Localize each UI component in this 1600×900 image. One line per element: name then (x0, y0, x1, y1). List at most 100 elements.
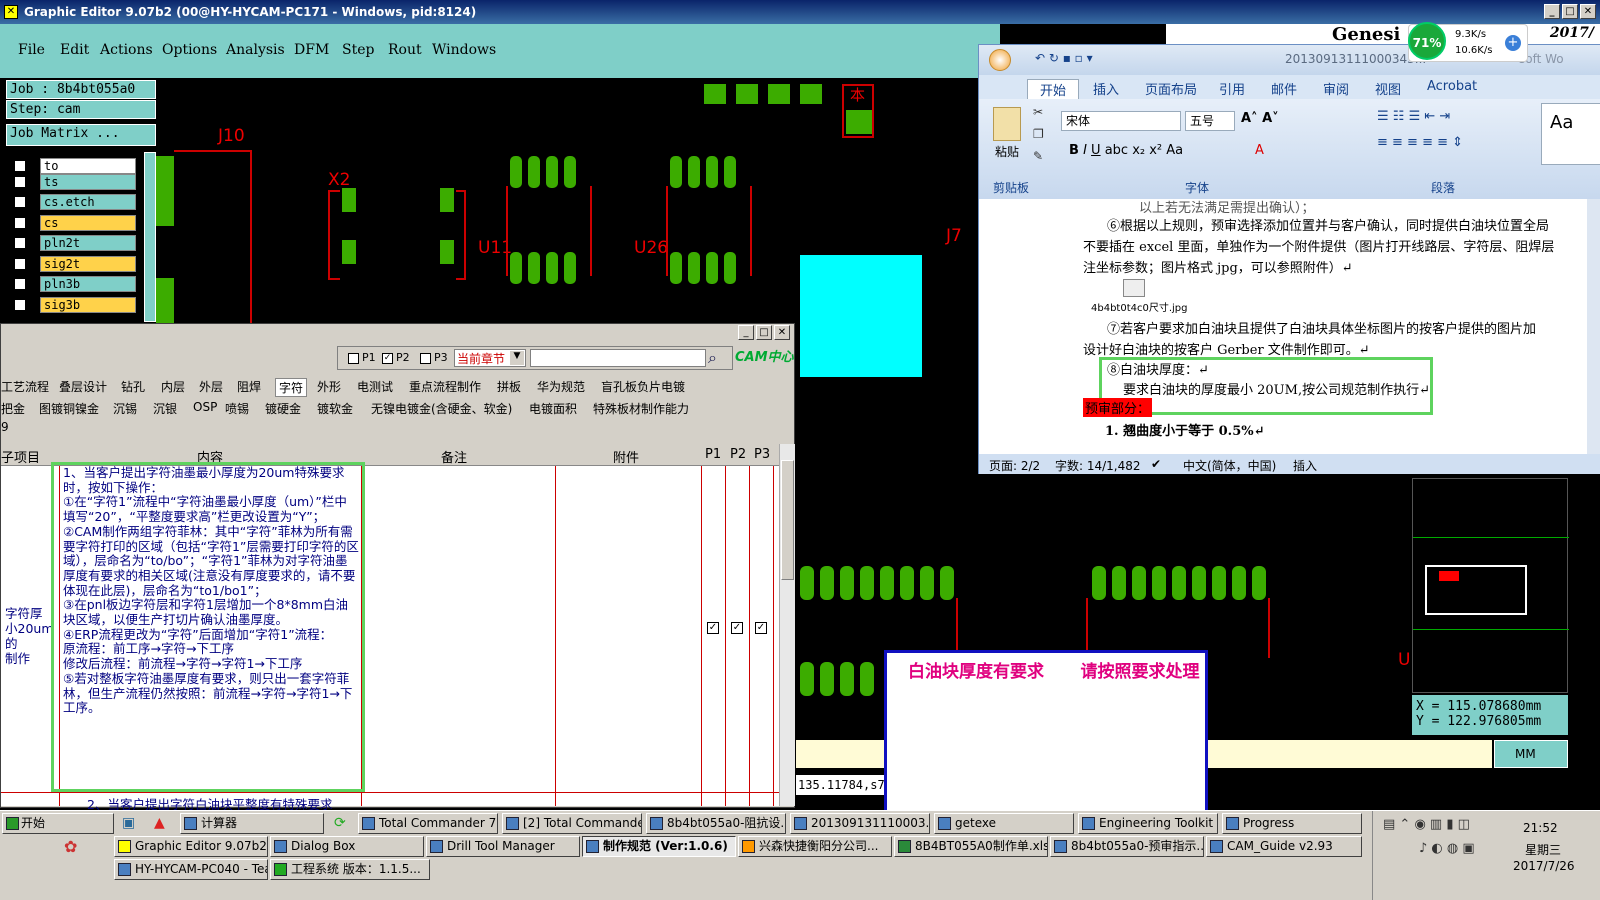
tab-plating-area[interactable]: 电镀面积 (529, 400, 577, 417)
tab-inner[interactable]: 内层 (161, 378, 185, 395)
tab-edge[interactable]: 9 (1, 420, 9, 434)
bullets-icon[interactable]: ☰ ☷ ☰ ⇤ ⇥ (1377, 109, 1450, 124)
qat-undo-icon[interactable]: ↶ ↻ ▪ ▫ ▾ (1035, 51, 1093, 65)
refresh-icon[interactable]: ⟳ (334, 815, 346, 831)
layer-checkbox[interactable] (14, 196, 26, 208)
menu-windows[interactable]: Windows (432, 42, 496, 58)
dialog-minimize-button[interactable]: _ (738, 325, 754, 340)
copy-icon[interactable]: ❐ (1033, 127, 1044, 141)
layer-row[interactable]: pln3b (10, 276, 136, 292)
scope-select[interactable]: 当前章节 ▼ (454, 349, 526, 367)
cut-icon[interactable]: ✂ (1033, 105, 1043, 119)
col-attach[interactable]: 附件 (613, 447, 639, 466)
task-drill-tool[interactable]: Drill Tool Manager (426, 836, 580, 857)
col-p2[interactable]: P2 (730, 447, 746, 462)
layer-row[interactable]: sig2t (10, 256, 136, 272)
tab-home[interactable]: 开始 (1027, 79, 1080, 100)
tab-drill[interactable]: 钻孔 (121, 378, 145, 395)
tab-insert[interactable]: 插入 (1093, 79, 1119, 98)
office-button[interactable] (989, 49, 1011, 71)
dialog-maximize-button[interactable]: □ (756, 325, 772, 340)
tab-etest[interactable]: 电测试 (357, 378, 393, 395)
paste-icon[interactable] (993, 107, 1021, 141)
layer-checkbox[interactable] (14, 176, 26, 188)
search-input[interactable] (530, 349, 706, 367)
volume-icon[interactable]: ♪ ◐ ◍ ▣ (1419, 841, 1475, 856)
status-page[interactable]: 页面: 2/2 (989, 457, 1040, 474)
job-matrix-button[interactable]: Job Matrix ... (6, 124, 156, 146)
row-p3-checkbox[interactable]: ✓ (755, 622, 767, 634)
job-field[interactable]: Job : 8b4bt055a0 (6, 80, 156, 99)
p2-checkbox[interactable]: ✓ (382, 353, 393, 364)
tab-view[interactable]: 视图 (1375, 79, 1401, 98)
layer-row[interactable]: cs.etch (10, 194, 136, 210)
clock-time[interactable]: 21:52 (1523, 821, 1558, 835)
task-word[interactable]: 201309131110003... (790, 813, 930, 834)
start-button[interactable]: 开始 (2, 813, 114, 834)
task-company[interactable]: 兴森快捷衡阳分公司... (738, 836, 892, 857)
col-p1[interactable]: P1 (705, 447, 721, 462)
tab-soft-gold[interactable]: 镀软金 (317, 400, 353, 417)
layer-checkbox[interactable] (14, 237, 26, 249)
col-item[interactable]: 子项目 (1, 447, 40, 466)
row-p2-checkbox[interactable]: ✓ (731, 622, 743, 634)
tab-soldermask[interactable]: 阻焊 (237, 378, 261, 395)
scroll-thumb[interactable] (781, 460, 794, 580)
styles-gallery[interactable]: Aa (1541, 103, 1600, 165)
chevron-down-icon[interactable]: ▼ (510, 351, 524, 365)
format-painter-icon[interactable]: ✎ (1033, 149, 1043, 163)
paste-label[interactable]: 粘贴 (995, 143, 1019, 160)
pdf-icon[interactable]: ▲ (154, 815, 165, 831)
menu-file[interactable]: File (18, 42, 45, 58)
grid-scrollbar[interactable] (779, 444, 795, 806)
menu-actions[interactable]: Actions (100, 42, 153, 58)
maximize-button[interactable]: □ (1562, 4, 1578, 19)
tab-special-material[interactable]: 特殊板材制作能力 (593, 400, 689, 417)
layer-row[interactable]: sig3b (10, 297, 136, 313)
doc-scrollbar[interactable] (1587, 199, 1600, 454)
row-p1-checkbox[interactable]: ✓ (707, 622, 719, 634)
menu-rout[interactable]: Rout (388, 42, 422, 58)
tab-silkscreen[interactable]: 字符 (275, 378, 308, 397)
tab-huawei[interactable]: 华为规范 (537, 378, 585, 395)
usage-gauge[interactable]: 71% (1408, 22, 1446, 60)
layer-checkbox[interactable] (14, 217, 26, 229)
tab-key-process[interactable]: 重点流程制作 (409, 378, 481, 395)
task-toolkit[interactable]: Engineering Toolkit 9... (1078, 813, 1218, 834)
task-progress[interactable]: Progress (1222, 813, 1362, 834)
minimap[interactable] (1412, 478, 1569, 693)
col-p3[interactable]: P3 (754, 447, 770, 462)
tab-osp[interactable]: OSP (193, 400, 217, 414)
layer-row[interactable]: cs (10, 215, 136, 231)
layer-checkbox[interactable] (14, 160, 26, 172)
status-mode[interactable]: 插入 (1293, 457, 1317, 474)
close-button[interactable]: ✕ (1580, 4, 1596, 19)
tab-ni-free-gold[interactable]: 无镍电镀金(含硬金、软金) (371, 400, 512, 417)
document-page[interactable]: 以上若无法满足需提出确认）； ⑥根据以上规则，预审选择添加位置并与客户确认，同时… (979, 199, 1600, 454)
tab-references[interactable]: 引用 (1219, 79, 1245, 98)
tab-review[interactable]: 审阅 (1323, 79, 1349, 98)
tab-acrobat[interactable]: Acrobat (1427, 79, 1477, 94)
tab-stackup[interactable]: 叠层设计 (59, 378, 107, 395)
search-icon[interactable]: ⌕ (708, 348, 717, 368)
task-getexe[interactable]: getexe (934, 813, 1074, 834)
layer-checkbox[interactable] (14, 299, 26, 311)
layer-row[interactable]: ts (10, 174, 136, 190)
tab-gold[interactable]: 把金 (1, 400, 25, 417)
font-name-select[interactable]: 宋体 (1061, 111, 1181, 131)
app-launcher-icon[interactable]: ✿ (64, 837, 77, 856)
layer-checkbox[interactable] (14, 258, 26, 270)
task-eng-system[interactable]: 工程系统 版本：1.1.5... (270, 859, 430, 880)
unit-select[interactable]: MM (1494, 740, 1568, 768)
proofing-icon[interactable]: ✔ (1151, 457, 1161, 471)
tab-imm-silver[interactable]: 沉银 (153, 400, 177, 417)
task-graphic-editor[interactable]: Graphic Editor 9.07b2 (0... (114, 836, 268, 857)
tab-outer[interactable]: 外层 (199, 378, 223, 395)
menu-step[interactable]: Step (342, 42, 374, 58)
minimize-button[interactable]: _ (1544, 4, 1560, 19)
status-language[interactable]: 中文(简体，中国) (1183, 457, 1276, 474)
step-field[interactable]: Step: cam (6, 100, 156, 119)
task-calculator[interactable]: 计算器 (180, 813, 324, 834)
task-dialog-box[interactable]: Dialog Box (270, 836, 424, 857)
menu-dfm[interactable]: DFM (294, 42, 329, 58)
